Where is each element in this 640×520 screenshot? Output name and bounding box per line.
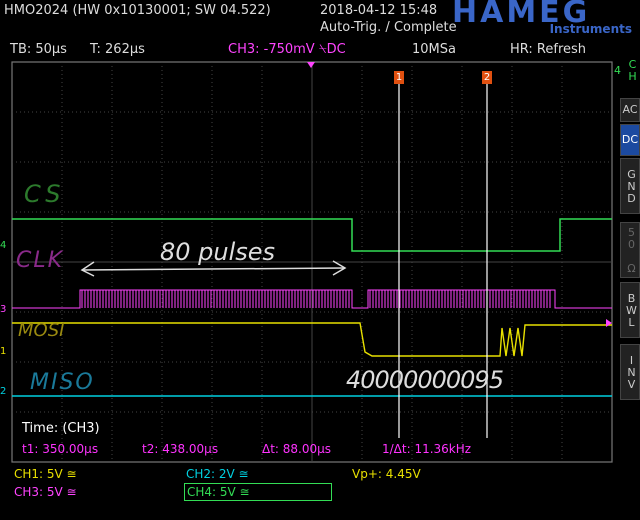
cursor-1-tag[interactable]: 1 — [394, 71, 404, 84]
annotation-hex-value: 40000000095 — [346, 366, 504, 394]
measurement-freq: 1/Δt: 11.36kHz — [382, 442, 472, 456]
annotation-clk: CLK — [16, 248, 65, 273]
annotation-mosi: MOSI — [18, 320, 65, 341]
ch1-footer[interactable]: CH1: 5V ≅ — [14, 467, 77, 481]
cursor-2-tag[interactable]: 2 — [482, 71, 492, 84]
ch3-footer[interactable]: CH3: 5V ≅ — [14, 485, 77, 499]
side-dc-button[interactable]: DC — [620, 124, 640, 156]
ch1-marker[interactable]: 1 — [0, 346, 6, 357]
side-ac-button[interactable]: AC — [620, 98, 640, 122]
side-gnd-button[interactable]: GND — [620, 158, 640, 214]
ch4-marker[interactable]: 4 — [0, 240, 6, 251]
side-bwl-button[interactable]: BWL — [620, 282, 640, 338]
annotation-pulses: 80 pulses — [160, 238, 276, 266]
side-ch4-label: CH 4 — [611, 48, 640, 92]
ch2-footer[interactable]: CH2: 2V ≅ — [186, 467, 249, 481]
ch4-footer[interactable]: CH4: 5V ≅ — [184, 483, 332, 501]
measurement-title: Time: (CH3) — [22, 421, 100, 436]
annotation-cs: CS — [24, 180, 65, 208]
measurement-t2: t2: 438.00µs — [142, 442, 219, 456]
vp-readout: Vp+: 4.45V — [352, 467, 421, 481]
side-inv-button[interactable]: INV — [620, 344, 640, 400]
annotation-miso: MISO — [30, 370, 95, 395]
ch3-marker[interactable]: 3 — [0, 304, 6, 315]
measurement-t1: t1: 350.00µs — [22, 442, 99, 456]
measurement-dt: Δt: 88.00µs — [262, 442, 332, 456]
ch2-marker[interactable]: 2 — [0, 386, 6, 397]
side-50ohm-button[interactable]: 50 Ω — [620, 222, 640, 278]
